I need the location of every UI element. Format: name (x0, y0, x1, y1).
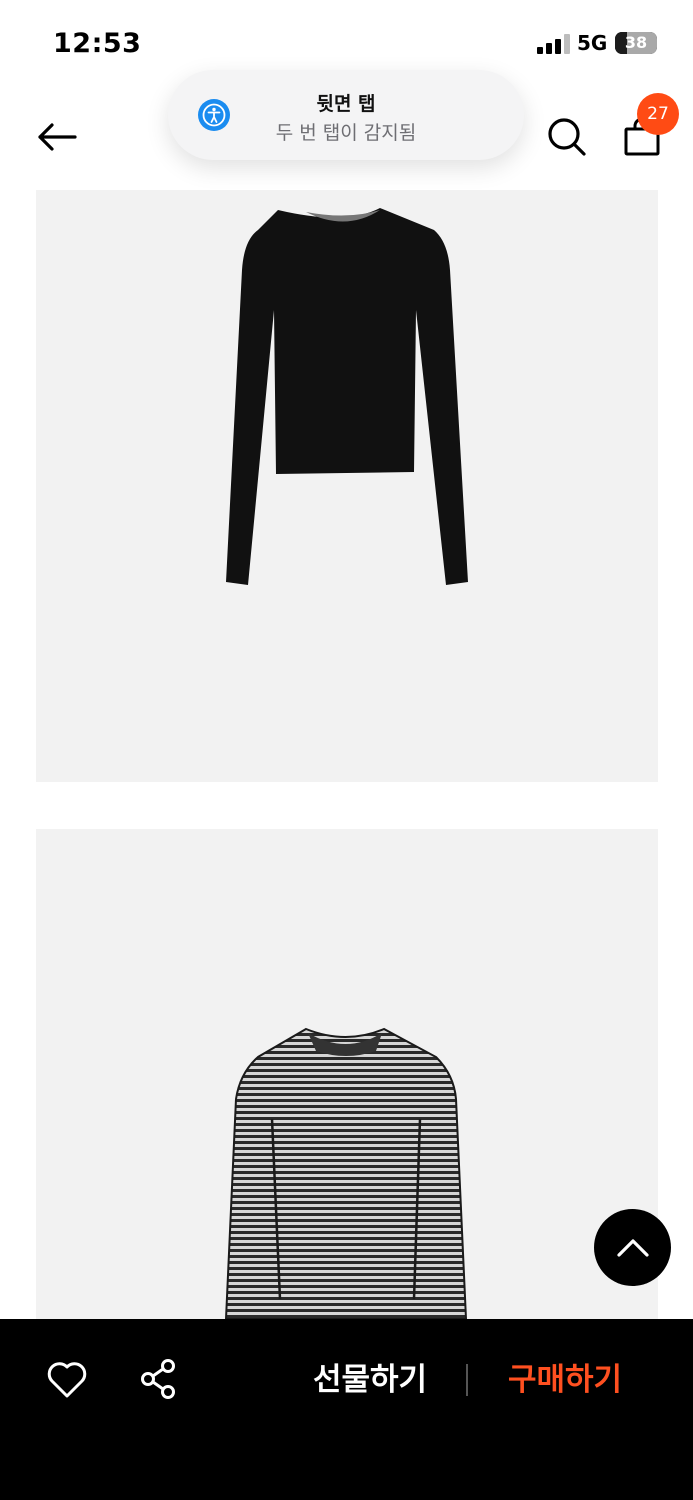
network-label: 5G (577, 31, 608, 55)
toast-subtitle: 두 번 탭이 감지됨 (275, 122, 417, 144)
bottom-action-bar: 선물하기 구매하기 (0, 1319, 693, 1500)
battery-level: 38 (624, 33, 648, 52)
signal-icon (537, 34, 571, 54)
battery-icon: 38 (615, 32, 657, 54)
chevron-up-icon (616, 1238, 649, 1257)
cart-count-badge: 27 (637, 93, 679, 135)
striped-top-illustration (224, 1027, 468, 1320)
back-button[interactable] (30, 110, 84, 164)
toast-title: 뒷면 탭 (316, 93, 376, 115)
scroll-top-button[interactable] (594, 1209, 671, 1286)
arrow-left-icon (38, 123, 77, 151)
share-button[interactable] (138, 1357, 180, 1401)
gift-button[interactable]: 선물하기 (290, 1357, 450, 1403)
status-bar: 12:53 5G 38 (0, 0, 693, 80)
buy-button[interactable]: 구매하기 (490, 1357, 640, 1403)
status-time: 12:53 (53, 28, 142, 59)
action-divider (466, 1364, 468, 1396)
search-icon (548, 118, 586, 156)
heart-icon (47, 1362, 87, 1398)
like-button[interactable] (44, 1357, 90, 1401)
black-top-illustration (226, 208, 468, 585)
back-tap-toast: 뒷면 탭 두 번 탭이 감지됨 (168, 70, 524, 160)
search-button[interactable] (543, 110, 591, 164)
share-icon (141, 1359, 175, 1399)
product-image-black-top (36, 190, 658, 782)
product-image-striped-top (36, 829, 658, 1329)
